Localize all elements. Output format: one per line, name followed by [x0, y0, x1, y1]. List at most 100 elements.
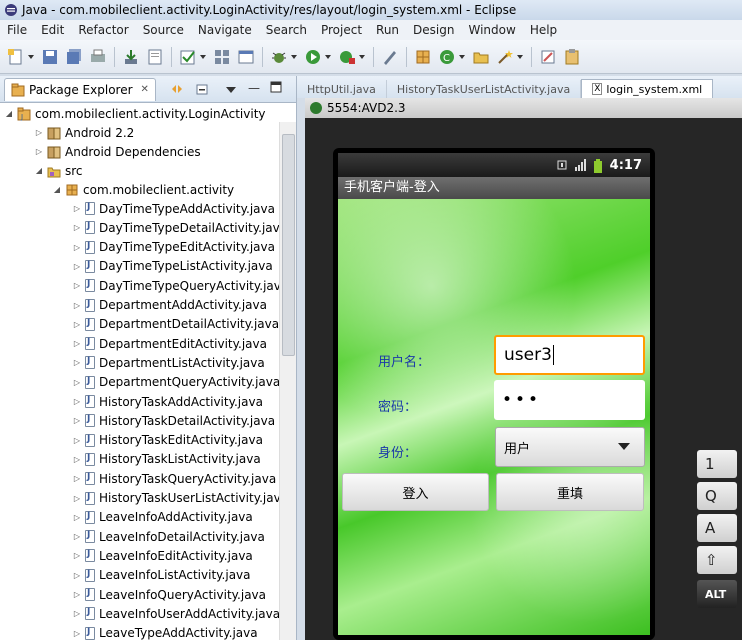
- tree-node-file[interactable]: ▷ HistoryTaskListActivity.java: [72, 450, 261, 469]
- maximize-icon[interactable]: [270, 81, 282, 96]
- tree-node-file[interactable]: ▷ HistoryTaskDetailActivity.java: [72, 411, 275, 430]
- tree-node-file[interactable]: ▷ DepartmentQueryActivity.java: [72, 373, 280, 392]
- menu-refactor[interactable]: Refactor: [71, 23, 135, 37]
- tree-node-file[interactable]: ▷ DepartmentAddActivity.java: [72, 296, 267, 315]
- new-class-icon[interactable]: C: [438, 48, 456, 66]
- menu-navigate[interactable]: Navigate: [191, 23, 259, 37]
- tree-node-file[interactable]: ▷ LeaveInfoUserAddActivity.java: [72, 604, 280, 623]
- clipboard-icon[interactable]: [563, 48, 581, 66]
- collapsed-arrow-icon[interactable]: ▷: [34, 147, 44, 156]
- menu-project[interactable]: Project: [314, 23, 369, 37]
- debug-dropdown-icon[interactable]: [291, 54, 297, 59]
- tree-node-file[interactable]: ▷ DayTimeTypeEditActivity.java: [72, 238, 275, 257]
- collapsed-arrow-icon[interactable]: ▷: [72, 590, 82, 599]
- run-dropdown-icon[interactable]: [325, 54, 331, 59]
- wand-dropdown-icon[interactable]: [517, 54, 523, 59]
- collapsed-arrow-icon[interactable]: ▷: [72, 494, 82, 503]
- key-q[interactable]: Q: [697, 482, 737, 510]
- tree-node-file[interactable]: ▷ LeaveInfoDetailActivity.java: [72, 527, 265, 546]
- collapsed-arrow-icon[interactable]: ▷: [72, 474, 82, 483]
- menu-run[interactable]: Run: [369, 23, 406, 37]
- tree-node-file[interactable]: ▷ LeaveInfoListActivity.java: [72, 566, 251, 585]
- run-icon[interactable]: [304, 48, 322, 66]
- tree-node-dependencies[interactable]: ▷ Android Dependencies: [34, 142, 201, 161]
- tree-node-src[interactable]: ◢ src: [34, 161, 83, 180]
- minimize-icon[interactable]: —: [248, 81, 260, 95]
- tree-node-file[interactable]: ▷ HistoryTaskEditActivity.java: [72, 431, 263, 450]
- menu-design[interactable]: Design: [406, 23, 461, 37]
- collapsed-arrow-icon[interactable]: ▷: [72, 532, 82, 541]
- tab-httputil[interactable]: HttpUtil.java: [297, 80, 387, 98]
- tab-login-system-xml[interactable]: X login_system.xml: [581, 79, 714, 98]
- tree-node-file[interactable]: ▷ DayTimeTypeQueryActivity.jav: [72, 276, 281, 295]
- collapsed-arrow-icon[interactable]: ▷: [72, 416, 82, 425]
- tree-node-file[interactable]: ▷ LeaveInfoEditActivity.java: [72, 546, 253, 565]
- collapsed-arrow-icon[interactable]: ▷: [72, 339, 82, 348]
- key-alt[interactable]: ALT: [697, 580, 737, 608]
- key-1[interactable]: 1: [697, 450, 737, 478]
- checkbox-dropdown-icon[interactable]: [200, 54, 206, 59]
- tree-node-file[interactable]: ▷ LeaveInfoQueryActivity.java: [72, 585, 266, 604]
- collapsed-arrow-icon[interactable]: ▷: [72, 223, 82, 232]
- view-menu-icon[interactable]: [225, 84, 237, 98]
- tree-node-file[interactable]: ▷ DepartmentListActivity.java: [72, 353, 265, 372]
- collapsed-arrow-icon[interactable]: ▷: [72, 243, 82, 252]
- grid-icon[interactable]: [213, 48, 231, 66]
- collapsed-arrow-icon[interactable]: ▷: [72, 378, 82, 387]
- key-a[interactable]: A: [697, 514, 737, 542]
- wand-icon[interactable]: [496, 48, 514, 66]
- menu-source[interactable]: Source: [136, 23, 191, 37]
- collapsed-arrow-icon[interactable]: ▷: [72, 204, 82, 213]
- tree-node-file[interactable]: ▷ DayTimeTypeAddActivity.java: [72, 199, 275, 218]
- tree-node-file[interactable]: ▷ DepartmentEditActivity.java: [72, 334, 267, 353]
- collapsed-arrow-icon[interactable]: ▷: [72, 571, 82, 580]
- menu-help[interactable]: Help: [523, 23, 564, 37]
- collapsed-arrow-icon[interactable]: ▷: [72, 436, 82, 445]
- menu-search[interactable]: Search: [259, 23, 314, 37]
- scrollbar-thumb[interactable]: [282, 134, 295, 356]
- collapsed-arrow-icon[interactable]: ▷: [34, 128, 44, 137]
- reset-button[interactable]: 重填: [496, 473, 644, 511]
- tree-node-file[interactable]: ▷ DepartmentDetailActivity.java: [72, 315, 279, 334]
- close-icon[interactable]: ✕: [141, 84, 149, 95]
- tree-node-android-version[interactable]: ▷ Android 2.2: [34, 123, 134, 142]
- expanded-arrow-icon[interactable]: ◢: [52, 185, 62, 194]
- open-folder-icon[interactable]: [472, 48, 490, 66]
- save-icon[interactable]: [41, 48, 59, 66]
- tree-node-file[interactable]: ▷ HistoryTaskUserListActivity.jav: [72, 489, 281, 508]
- tree-node-file[interactable]: ▷ LeaveTypeAddActivity.java: [72, 624, 258, 640]
- tree-node-file[interactable]: ▷ HistoryTaskQueryActivity.java: [72, 469, 276, 488]
- username-input[interactable]: user3: [494, 335, 645, 375]
- role-select[interactable]: 用户: [495, 427, 645, 467]
- tree-node-file[interactable]: ▷ LeaveInfoAddActivity.java: [72, 508, 253, 527]
- pen-icon[interactable]: [381, 48, 399, 66]
- collapse-all-icon[interactable]: [196, 82, 210, 99]
- expanded-arrow-icon[interactable]: ◢: [34, 166, 44, 175]
- tree-node-project[interactable]: ◢ J com.mobileclient.activity.LoginActiv…: [4, 104, 266, 123]
- edit-icon[interactable]: [539, 48, 557, 66]
- collapsed-arrow-icon[interactable]: ▷: [72, 281, 82, 290]
- login-button[interactable]: 登入: [342, 473, 489, 511]
- collapsed-arrow-icon[interactable]: ▷: [72, 397, 82, 406]
- save-all-icon[interactable]: [65, 48, 83, 66]
- checkbox-icon[interactable]: [179, 48, 197, 66]
- new-dropdown-icon[interactable]: [28, 54, 34, 59]
- package-explorer-tab[interactable]: Package Explorer ✕: [4, 77, 156, 101]
- download-icon[interactable]: [122, 48, 140, 66]
- print-icon[interactable]: [89, 48, 107, 66]
- document-icon[interactable]: [146, 48, 164, 66]
- collapsed-arrow-icon[interactable]: ▷: [72, 551, 82, 560]
- external-tools-icon[interactable]: [338, 48, 356, 66]
- new-package-icon[interactable]: [414, 48, 432, 66]
- collapsed-arrow-icon[interactable]: ▷: [72, 301, 82, 310]
- tab-historytaskuserlistactivity[interactable]: HistoryTaskUserListActivity.java: [387, 80, 582, 98]
- expanded-arrow-icon[interactable]: ◢: [4, 109, 14, 118]
- collapsed-arrow-icon[interactable]: ▷: [72, 262, 82, 271]
- key-shift[interactable]: ⇧: [697, 546, 737, 574]
- link-editor-icon[interactable]: [170, 82, 184, 99]
- package-explorer-scrollbar[interactable]: [279, 122, 296, 640]
- tree-node-file[interactable]: ▷ DayTimeTypeDetailActivity.jav: [72, 218, 280, 237]
- tree-node-file[interactable]: ▷ DayTimeTypeListActivity.java: [72, 257, 273, 276]
- new-class-dropdown-icon[interactable]: [459, 54, 465, 59]
- collapsed-arrow-icon[interactable]: ▷: [72, 609, 82, 618]
